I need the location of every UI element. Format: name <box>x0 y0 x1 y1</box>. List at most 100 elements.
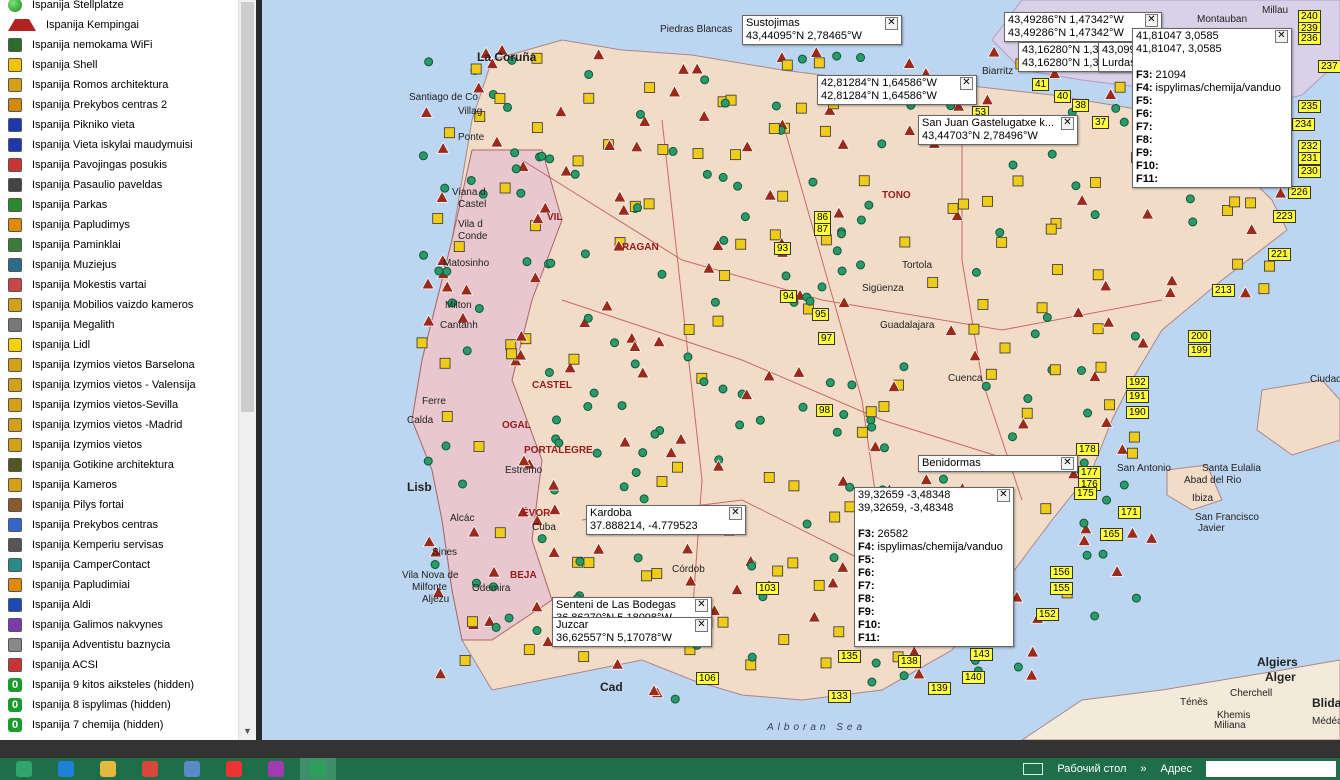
numbered-marker[interactable]: 95 <box>812 308 830 321</box>
close-icon[interactable]: ✕ <box>1061 117 1074 130</box>
numbered-marker[interactable]: 143 <box>970 648 993 661</box>
map-view[interactable]: Piedras Blancas La Coruña Santiago de Co Vi… <box>262 0 1340 740</box>
layer-item[interactable]: Ispanija Izymios vietos -Madrid <box>0 415 238 435</box>
numbered-marker[interactable]: 97 <box>818 332 836 345</box>
close-icon[interactable]: ✕ <box>1061 457 1074 470</box>
layer-item[interactable]: Ispanija Romos architektura <box>0 75 238 95</box>
taskbar-button[interactable] <box>216 758 252 780</box>
numbered-marker[interactable]: 106 <box>696 672 719 685</box>
layer-item[interactable]: Ispanija Kemperiu servisas <box>0 535 238 555</box>
layer-item[interactable]: Ispanija Gotikine architektura <box>0 455 238 475</box>
keyboard-icon[interactable] <box>1023 763 1044 775</box>
layer-item[interactable]: Ispanija Vieta iskylai maudymuisi <box>0 135 238 155</box>
layer-item[interactable]: Ispanija Kempingai <box>0 15 238 35</box>
numbered-marker[interactable]: 235 <box>1298 100 1321 113</box>
desktop-toolbar[interactable]: Рабочий стол <box>1057 763 1126 775</box>
layer-item[interactable]: 0 Ispanija 9 kitos aiksteles (hidden) <box>0 675 238 695</box>
layer-item[interactable]: Ispanija Papludimiai <box>0 575 238 595</box>
map-popup[interactable]: Juzcar ✕ 36,62557°N 5,17078°W <box>552 617 712 647</box>
numbered-marker[interactable]: 234 <box>1292 118 1315 131</box>
numbered-marker[interactable]: 37 <box>1092 116 1110 129</box>
layer-item[interactable]: Ispanija Prekybos centras 2 <box>0 95 238 115</box>
taskbar-button[interactable] <box>258 758 294 780</box>
map-popup[interactable]: Benidormas ✕ <box>918 455 1078 472</box>
close-icon[interactable]: ✕ <box>960 77 973 90</box>
numbered-marker[interactable]: 152 <box>1036 608 1059 621</box>
map-popup[interactable]: 39,32659 -3,48348 ✕ 39,32659, -3,48348 F3: 2… <box>854 487 1014 647</box>
numbered-marker[interactable]: 175 <box>1074 487 1097 500</box>
numbered-marker[interactable]: 86 <box>814 211 832 224</box>
layer-item[interactable]: Ispanija Izymios vietos-Sevilla <box>0 395 238 415</box>
numbered-marker[interactable]: 213 <box>1212 284 1235 297</box>
layer-item[interactable]: Ispanija CamperContact <box>0 555 238 575</box>
numbered-marker[interactable]: 171 <box>1118 506 1141 519</box>
layer-item[interactable]: Ispanija Papludimys <box>0 215 238 235</box>
numbered-marker[interactable]: 236 <box>1298 32 1321 45</box>
numbered-marker[interactable]: 139 <box>928 682 951 695</box>
layer-item[interactable]: Ispanija ACSI <box>0 655 238 675</box>
scroll-down-arrow-icon[interactable]: ▼ <box>239 724 256 738</box>
layer-item[interactable]: Ispanija Izymios vietos <box>0 435 238 455</box>
layer-item[interactable]: Ispanija Parkas <box>0 195 238 215</box>
layer-item[interactable]: Ispanija Izymios vietos Barselona <box>0 355 238 375</box>
numbered-marker[interactable]: 221 <box>1268 248 1291 261</box>
taskbar-button[interactable] <box>6 758 42 780</box>
layer-item[interactable]: Ispanija Mokestis vartai <box>0 275 238 295</box>
layer-item[interactable]: Ispanija Megalith <box>0 315 238 335</box>
taskbar-button[interactable] <box>48 758 84 780</box>
layer-item[interactable]: Ispanija nemokama WiFi <box>0 35 238 55</box>
map-popup[interactable]: 41,81047 3,0585 ✕ 41,81047, 3,0585 F3: 21094… <box>1132 28 1292 188</box>
layer-item[interactable]: Ispanija Pasaulio paveldas <box>0 175 238 195</box>
map-popup[interactable]: Sustojimas ✕ 43,44095°N 2,78465°W <box>742 15 902 45</box>
numbered-marker[interactable]: 140 <box>962 671 985 684</box>
address-toolbar[interactable]: Адрес <box>1161 763 1193 775</box>
layer-item[interactable]: Ispanija Kameros <box>0 475 238 495</box>
layer-item[interactable]: Ispanija Aldi <box>0 595 238 615</box>
toolbar-chevron[interactable]: » <box>1140 763 1146 775</box>
map-popup[interactable]: Kardoba ✕ 37.888214, -4.779523 <box>586 505 746 535</box>
numbered-marker[interactable]: 199 <box>1188 344 1211 357</box>
numbered-marker[interactable]: 191 <box>1126 390 1149 403</box>
close-icon[interactable]: ✕ <box>729 507 742 520</box>
layer-item[interactable]: Ispanija Muziejus <box>0 255 238 275</box>
layer-item[interactable]: Ispanija Mobilios vaizdo kameros <box>0 295 238 315</box>
numbered-marker[interactable]: 87 <box>814 223 832 236</box>
numbered-marker[interactable]: 103 <box>756 582 779 595</box>
map-popup[interactable]: 42,81284°N 1,64586°W ✕ 42,81284°N 1,64586°… <box>817 75 977 105</box>
numbered-marker[interactable]: 200 <box>1188 330 1211 343</box>
layer-item[interactable]: 0 Ispanija 7 chemija (hidden) <box>0 715 238 735</box>
numbered-marker[interactable]: 155 <box>1050 582 1073 595</box>
close-icon[interactable]: ✕ <box>1145 14 1158 27</box>
layer-item[interactable]: Ispanija Prekybos centras <box>0 515 238 535</box>
layer-item[interactable]: Ispanija Paminklai <box>0 235 238 255</box>
close-icon[interactable]: ✕ <box>997 489 1010 502</box>
numbered-marker[interactable]: 192 <box>1126 376 1149 389</box>
numbered-marker[interactable]: 190 <box>1126 406 1149 419</box>
taskbar-button[interactable] <box>300 758 336 780</box>
layer-item[interactable]: Ispanija Pikniko vieta <box>0 115 238 135</box>
numbered-marker[interactable]: 156 <box>1050 566 1073 579</box>
layer-item[interactable]: Ispanija Galimos nakvynes <box>0 615 238 635</box>
layer-scrollbar[interactable]: ▼ <box>238 0 256 740</box>
numbered-marker[interactable]: 178 <box>1076 443 1099 456</box>
numbered-marker[interactable]: 231 <box>1298 152 1321 165</box>
close-icon[interactable]: ✕ <box>695 619 708 632</box>
numbered-marker[interactable]: 165 <box>1100 528 1123 541</box>
close-icon[interactable]: ✕ <box>695 599 708 612</box>
numbered-marker[interactable]: 41 <box>1032 78 1050 91</box>
numbered-marker[interactable]: 94 <box>780 290 798 303</box>
numbered-marker[interactable]: 135 <box>838 650 861 663</box>
numbered-marker[interactable]: 133 <box>828 690 851 703</box>
address-input[interactable] <box>1206 761 1336 777</box>
numbered-marker[interactable]: 230 <box>1298 165 1321 178</box>
close-icon[interactable]: ✕ <box>1275 30 1288 43</box>
numbered-marker[interactable]: 237 <box>1318 60 1340 73</box>
layer-item[interactable]: Ispanija Pavojingas posukis <box>0 155 238 175</box>
numbered-marker[interactable]: 138 <box>898 655 921 668</box>
taskbar-button[interactable] <box>174 758 210 780</box>
layer-item[interactable]: Ispanija Adventistu baznycia <box>0 635 238 655</box>
map-popup[interactable]: San Juan Gastelugatxe k... ✕ 43,44703°N 2,… <box>918 115 1078 145</box>
numbered-marker[interactable]: 38 <box>1072 99 1090 112</box>
layer-item[interactable]: Ispanija Shell <box>0 55 238 75</box>
taskbar-button[interactable] <box>132 758 168 780</box>
